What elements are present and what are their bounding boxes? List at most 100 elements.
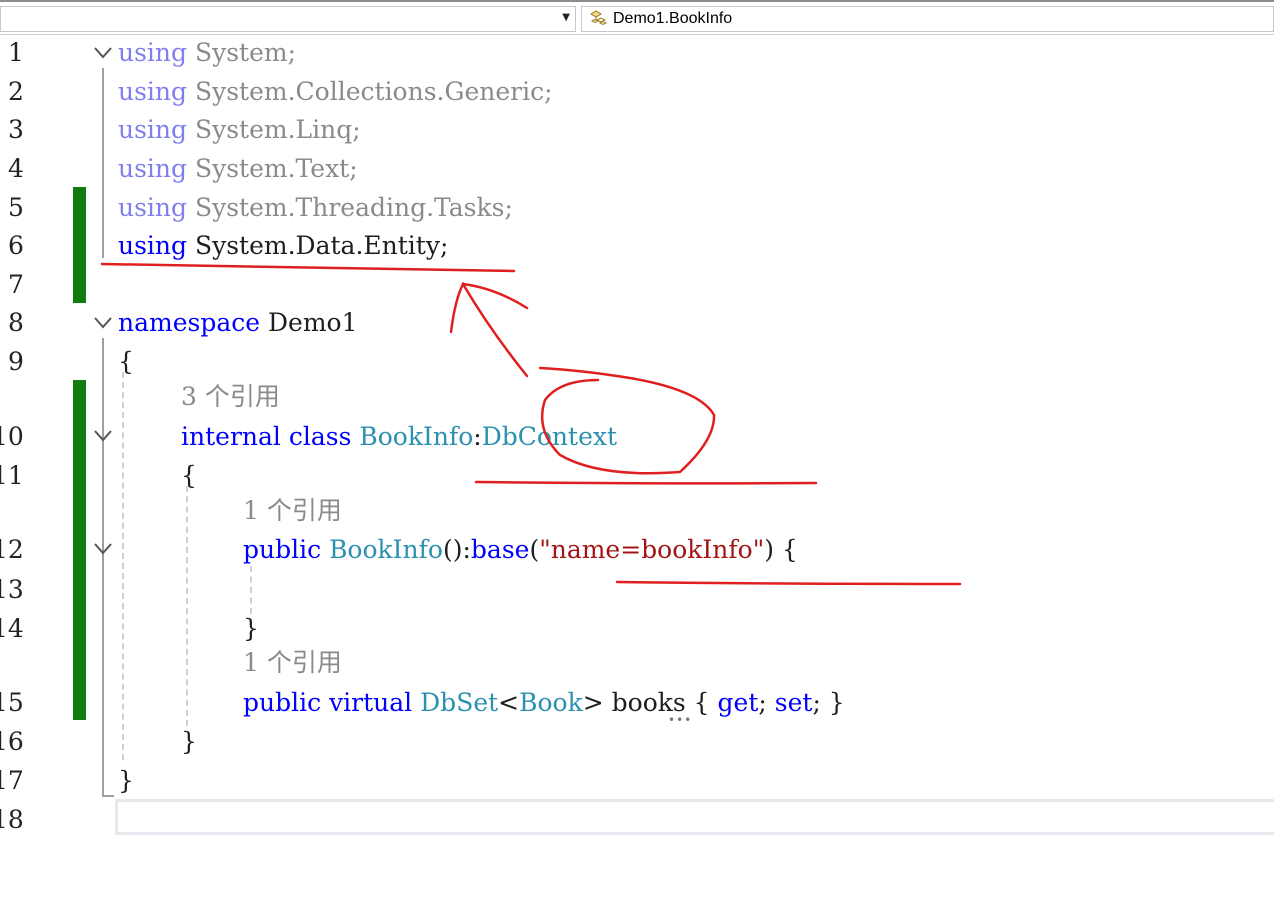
code-text: ; bbox=[758, 688, 775, 717]
line-number: 17 bbox=[0, 766, 24, 795]
type-name: DbSet bbox=[420, 688, 499, 717]
keyword: using bbox=[118, 38, 188, 67]
brace: } bbox=[118, 766, 134, 795]
annotation-arrow-head bbox=[461, 282, 529, 310]
line-number: 5 bbox=[8, 193, 24, 222]
code-text: > bbox=[582, 688, 604, 717]
keyword: base bbox=[470, 535, 530, 564]
line-number: 16 bbox=[0, 727, 24, 756]
code-line[interactable]: namespace Demo1 bbox=[118, 308, 358, 338]
line-number: 10 bbox=[0, 422, 24, 451]
line-number: 2 bbox=[8, 77, 24, 106]
code-text: System; bbox=[187, 38, 297, 67]
code-text: System.Linq; bbox=[187, 115, 361, 144]
keyword: using bbox=[118, 193, 188, 222]
code-text: ( bbox=[529, 535, 540, 564]
keyword: using bbox=[118, 115, 188, 144]
collapse-icon[interactable] bbox=[92, 315, 114, 331]
current-line-highlight[interactable] bbox=[115, 799, 1274, 835]
type-name: BookInfo bbox=[329, 535, 443, 564]
annotation-underline bbox=[615, 580, 962, 586]
keyword: public bbox=[243, 688, 322, 717]
brace: { bbox=[181, 461, 197, 490]
code-text: System.Data.Entity; bbox=[187, 231, 449, 260]
line-number: 4 bbox=[8, 154, 24, 183]
keyword: internal bbox=[181, 422, 281, 451]
annotation-underline bbox=[474, 480, 818, 485]
line-number: 13 bbox=[0, 575, 24, 604]
keyword: set bbox=[774, 688, 813, 717]
keyword: using bbox=[118, 77, 188, 106]
code-line[interactable]: } bbox=[118, 766, 134, 796]
code-text: ; } bbox=[812, 688, 845, 717]
code-line[interactable]: } bbox=[181, 727, 197, 757]
code-text: ) { bbox=[764, 535, 798, 564]
collapse-icon[interactable] bbox=[92, 428, 114, 444]
keyword: virtual bbox=[329, 688, 413, 717]
line-number: 7 bbox=[8, 270, 24, 299]
code-line[interactable]: { bbox=[118, 347, 134, 377]
navigation-bar: ▼ Demo1.BookInfo bbox=[0, 0, 1274, 35]
code-line[interactable]: public BookInfo():base("name=bookInfo") … bbox=[243, 535, 798, 565]
string-literal: "name=bookInfo" bbox=[539, 535, 765, 564]
outline-guide bbox=[102, 795, 114, 797]
collapse-icon[interactable] bbox=[92, 45, 114, 61]
line-number: 14 bbox=[0, 614, 24, 643]
keyword: get bbox=[717, 688, 759, 717]
line-number: 15 bbox=[0, 688, 24, 717]
code-text: : bbox=[473, 422, 482, 451]
line-number: 1 bbox=[8, 38, 24, 67]
code-text: System.Collections.Generic; bbox=[187, 77, 553, 106]
keyword: class bbox=[288, 422, 352, 451]
code-line[interactable]: { bbox=[181, 461, 197, 491]
chevron-down-icon[interactable]: ▼ bbox=[562, 12, 570, 23]
change-marker bbox=[73, 380, 86, 720]
type-dropdown[interactable]: ▼ bbox=[0, 6, 576, 32]
brace: } bbox=[181, 727, 197, 756]
code-text: books { bbox=[603, 688, 718, 717]
member-dropdown[interactable]: Demo1.BookInfo bbox=[581, 6, 1274, 32]
code-line[interactable]: } bbox=[243, 614, 259, 644]
outline-guide bbox=[102, 68, 104, 258]
type-name: Book bbox=[519, 688, 583, 717]
line-number: 11 bbox=[0, 461, 24, 490]
brace: { bbox=[118, 347, 134, 376]
code-text: Demo1 bbox=[260, 308, 358, 337]
suggestion-dots[interactable]: ••• bbox=[668, 713, 692, 727]
class-icon bbox=[590, 10, 608, 26]
member-dropdown-value: Demo1.BookInfo bbox=[613, 10, 733, 27]
code-text: (): bbox=[442, 535, 471, 564]
keyword: using bbox=[118, 154, 188, 183]
line-number: 18 bbox=[0, 805, 24, 834]
code-line[interactable]: using System.Linq; bbox=[118, 115, 361, 145]
annotation-arrow bbox=[449, 281, 529, 378]
line-number: 6 bbox=[8, 231, 24, 260]
line-number: 8 bbox=[8, 308, 24, 337]
code-line[interactable]: internal class BookInfo:DbContext bbox=[181, 422, 617, 452]
indent-guide bbox=[122, 372, 124, 760]
outline-guide bbox=[102, 338, 104, 796]
indent-guide bbox=[250, 566, 252, 614]
code-line[interactable]: using System; bbox=[118, 38, 296, 68]
line-number: 12 bbox=[0, 535, 24, 564]
line-number: 9 bbox=[8, 347, 24, 376]
codelens-references[interactable]: 1 个引用 bbox=[243, 496, 342, 526]
code-text: System.Threading.Tasks; bbox=[187, 193, 513, 222]
keyword: using bbox=[118, 231, 188, 260]
keyword: public bbox=[243, 535, 322, 564]
brace: } bbox=[243, 614, 259, 643]
code-line[interactable]: using System.Text; bbox=[118, 154, 358, 184]
code-line[interactable]: public virtual DbSet<Book> books { get ; … bbox=[243, 688, 845, 718]
line-number: 3 bbox=[8, 115, 24, 144]
codelens-references[interactable]: 3 个引用 bbox=[181, 382, 280, 412]
indent-guide bbox=[186, 486, 188, 726]
codelens-references[interactable]: 1 个引用 bbox=[243, 648, 342, 678]
collapse-icon[interactable] bbox=[92, 541, 114, 557]
code-line[interactable]: using System.Collections.Generic; bbox=[118, 77, 553, 107]
code-line[interactable]: using System.Threading.Tasks; bbox=[118, 193, 513, 223]
annotation-underline bbox=[100, 262, 516, 273]
type-name: BookInfo bbox=[359, 422, 474, 451]
change-marker bbox=[73, 187, 86, 303]
annotation-circle bbox=[538, 366, 716, 475]
code-line[interactable]: using System.Data.Entity; bbox=[118, 231, 448, 261]
